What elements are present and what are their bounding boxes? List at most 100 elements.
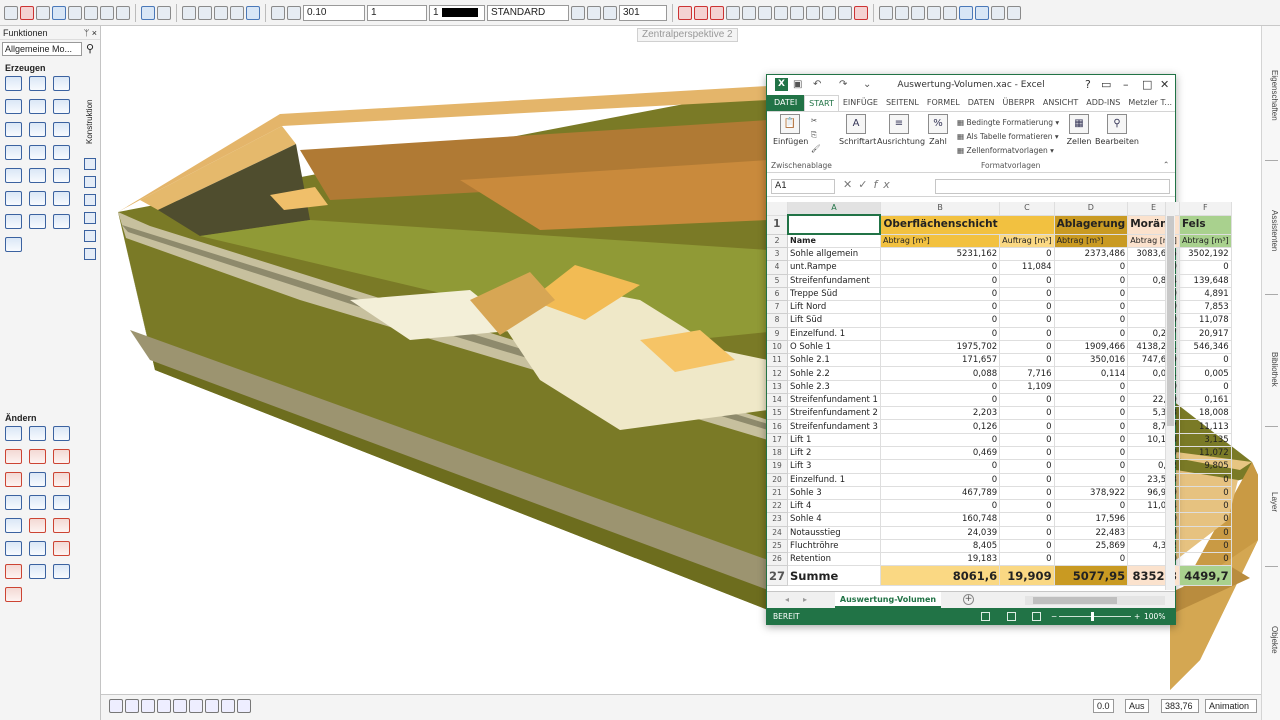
row-number[interactable]: 21 [767,486,789,501]
value-cell[interactable]: 0 [880,287,1001,302]
row-name-cell[interactable]: Sohle 4 [787,512,881,527]
sum-value-cell[interactable]: 5077,95 [1054,565,1129,587]
row-name-cell[interactable]: Lift Süd [787,313,881,328]
value-cell[interactable]: 0 [999,287,1055,302]
sum-label-cell[interactable]: Summe [787,565,881,587]
row-name-cell[interactable]: Treppe Süd [787,287,881,302]
value-cell[interactable]: 0 [1054,313,1129,328]
collapse-ribbon-icon[interactable]: ⌃ [1163,160,1169,169]
row-name-cell[interactable]: Lift Nord [787,300,881,315]
value-cell[interactable]: 2,203 [880,406,1001,421]
value-cell[interactable]: 0 [999,512,1055,527]
value-cell[interactable]: 546,346 [1179,340,1232,355]
row-name-cell[interactable]: Streifenfundament [787,274,881,288]
dim-line-icon[interactable] [5,191,22,206]
value-cell[interactable]: 0,005 [1179,366,1232,381]
vertical-scrollbar[interactable] [1165,202,1175,590]
value-cell[interactable]: 0 [1054,260,1129,275]
window-select-icon[interactable] [959,5,973,20]
close-panel-icon[interactable]: × [92,28,97,38]
value-cell[interactable]: 0 [1054,380,1129,394]
trim-icon[interactable] [911,5,925,20]
row-number[interactable]: 19 [767,459,789,474]
value-cell[interactable]: 7,853 [1179,300,1232,315]
search-icon[interactable]: ⚲ [86,42,94,55]
fill-icon[interactable] [29,168,46,183]
extend-tool-icon[interactable] [29,472,46,487]
symbol-icon[interactable] [53,214,70,229]
value-cell[interactable]: 467,789 [880,486,1001,501]
snap-icon[interactable] [678,5,692,20]
value-cell[interactable]: 18,008 [1179,406,1232,421]
row-number[interactable]: 22 [767,499,789,514]
add-sheet-icon[interactable]: + [963,594,974,605]
properties-icon[interactable] [271,5,285,20]
row-name-cell[interactable]: Lift 4 [787,499,881,514]
value-cell[interactable]: 0,126 [880,419,1001,434]
row-name-cell[interactable]: Sohle 2.3 [787,380,881,394]
value-cell[interactable]: 0 [880,380,1001,394]
row-number[interactable]: 3 [767,247,789,262]
value-cell[interactable]: 0 [999,486,1055,501]
row-number[interactable]: 20 [767,473,789,487]
undo-view-icon[interactable] [173,699,187,713]
value-cell[interactable]: 22,483 [1054,526,1129,540]
row-number[interactable]: 16 [767,419,789,434]
value-cell[interactable]: 0 [1179,526,1232,540]
tab-start[interactable]: START [804,95,839,111]
value-cell[interactable]: 1,109 [999,380,1055,394]
value-cell[interactable]: 20,917 [1179,327,1232,341]
value-cell[interactable]: 0,088 [880,366,1001,381]
row-name-cell[interactable]: Sohle 2.1 [787,353,881,368]
cell-auftrag-c[interactable]: Auftrag [m³] [999,234,1055,248]
cut-line-icon[interactable] [29,518,46,533]
value-cell[interactable]: 17,596 [1054,512,1129,527]
cell-ablagerung[interactable]: Ablagerung [1054,215,1129,235]
row-number[interactable]: 11 [767,353,789,368]
copy-icon[interactable] [198,5,212,20]
value-cell[interactable]: 0 [999,539,1055,554]
value-cell[interactable]: 0 [999,247,1055,262]
help-icon[interactable]: ? [1085,78,1091,91]
value-cell[interactable]: 0 [1054,274,1129,288]
hatch-edit-icon[interactable] [53,564,70,579]
measure-tool-icon[interactable] [5,237,22,252]
animation-select[interactable]: Animation [1205,699,1257,713]
side-tool-5-icon[interactable] [84,230,96,242]
formula-icons[interactable]: ✕✓fx [843,178,896,191]
redo-icon[interactable] [157,5,171,20]
row-name-cell[interactable]: Retention [787,552,881,567]
mirror-tool-icon[interactable] [53,541,70,556]
value-cell[interactable]: 0 [1179,512,1232,527]
value-cell[interactable]: 1909,466 [1054,340,1129,355]
cell-abtrag-b[interactable]: Abtrag [m³] [880,234,1001,248]
offset-icon[interactable] [943,5,957,20]
side-tool-3-icon[interactable] [84,194,96,206]
mirror-icon[interactable] [758,5,772,20]
value-cell[interactable]: 0 [1054,419,1129,434]
tab-datei[interactable]: DATEI [767,95,805,111]
value-cell[interactable]: 9,805 [1179,459,1232,474]
polyline-icon[interactable] [29,76,46,91]
row-number[interactable]: 4 [767,260,789,275]
delete-tool-icon[interactable] [5,587,22,602]
value-cell[interactable]: 11,072 [1179,446,1232,461]
row-number[interactable]: 27 [767,565,789,587]
layer-icon[interactable] [571,5,585,20]
cells-button[interactable]: ▦ Zellen [1065,114,1093,146]
name-box[interactable]: A1 [771,179,835,194]
page-break-icon[interactable] [1032,612,1041,621]
row-name-cell[interactable]: Fluchtröhre [787,539,881,554]
grid-icon[interactable] [742,5,756,20]
value-cell[interactable]: 0 [880,433,1001,447]
zoom-field[interactable]: 383,76 [1161,699,1199,713]
conditional-formatting-button[interactable]: ▦ Bedingte Formatierung ▾ [957,118,1059,127]
redo-view-icon[interactable] [189,699,203,713]
render-icon[interactable] [221,699,235,713]
value-cell[interactable]: 0 [1054,287,1129,302]
tab-eigenschaften[interactable]: Eigenschaften [1264,70,1279,121]
sum-value-cell[interactable]: 4499,7 [1179,565,1232,587]
row-number[interactable]: 10 [767,340,789,355]
cell-fels[interactable]: Fels [1179,215,1232,235]
move-icon[interactable] [5,541,22,556]
